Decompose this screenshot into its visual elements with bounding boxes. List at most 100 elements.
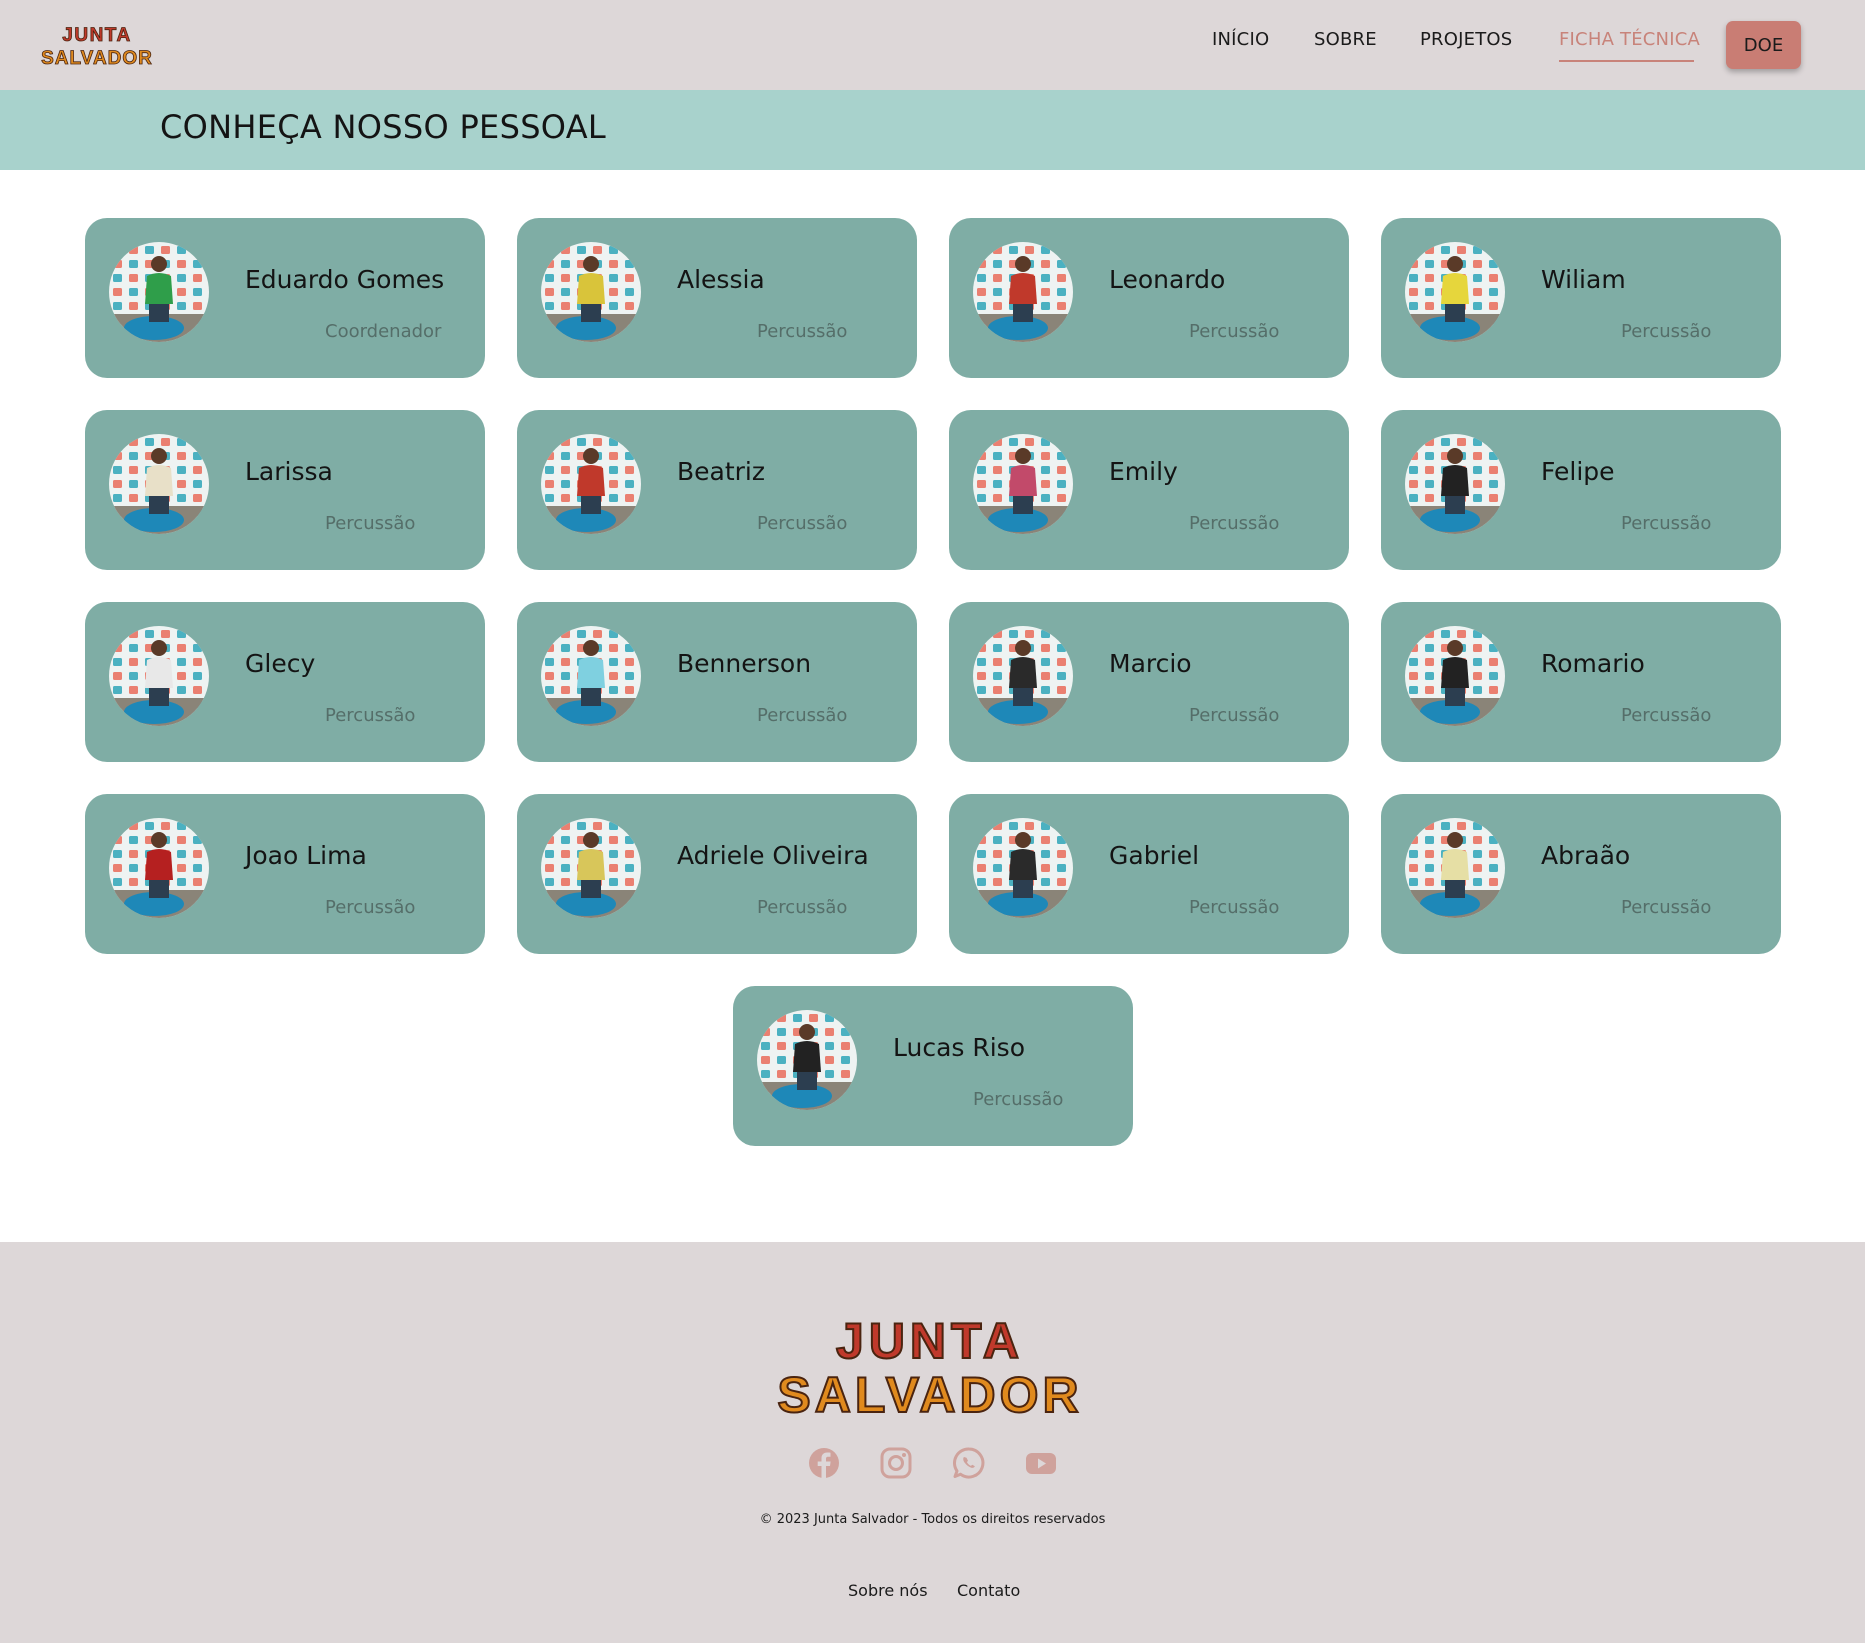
nav-link-inicio[interactable]: INÍCIO xyxy=(1212,29,1269,50)
member-name: Lucas Riso xyxy=(893,1033,1026,1062)
member-card[interactable]: Felipe Percussão xyxy=(1381,410,1781,570)
member-card[interactable]: Adriele Oliveira Percussão xyxy=(517,794,917,954)
member-photo-image xyxy=(1405,626,1505,726)
junta-salvador-logo-image: JUNTA SALVADOR xyxy=(41,25,153,70)
member-photo-image xyxy=(1405,434,1505,534)
member-card[interactable]: Emily Percussão xyxy=(949,410,1349,570)
member-card[interactable]: Glecy Percussão xyxy=(85,602,485,762)
member-card[interactable]: Gabriel Percussão xyxy=(949,794,1349,954)
member-role: Percussão xyxy=(757,513,848,534)
member-card[interactable]: Lucas Riso Percussão xyxy=(733,986,1133,1146)
donate-button[interactable]: DOE xyxy=(1726,21,1801,69)
svg-text:SALVADOR: SALVADOR xyxy=(41,48,153,69)
member-photo-image xyxy=(541,626,641,726)
member-card[interactable]: Larissa Percussão xyxy=(85,410,485,570)
member-role: Percussão xyxy=(1189,705,1280,726)
facebook-icon[interactable] xyxy=(807,1446,841,1480)
member-photo-image xyxy=(109,626,209,726)
member-role: Percussão xyxy=(325,513,416,534)
member-card[interactable]: Abraão Percussão xyxy=(1381,794,1781,954)
member-photo xyxy=(541,818,641,918)
member-photo xyxy=(973,434,1073,534)
member-name: Larissa xyxy=(245,457,333,486)
member-name: Leonardo xyxy=(1109,265,1226,294)
member-name: Adriele Oliveira xyxy=(677,841,869,870)
top-navbar: JUNTA SALVADOR INÍCIO SOBRE PROJETOS FIC… xyxy=(0,0,1865,90)
member-photo xyxy=(541,242,641,342)
member-card[interactable]: Wiliam Percussão xyxy=(1381,218,1781,378)
member-photo-image xyxy=(1405,242,1505,342)
brand-logo[interactable]: JUNTA SALVADOR xyxy=(34,22,160,70)
svg-text:JUNTA: JUNTA xyxy=(836,1313,1024,1369)
footer-link-contato[interactable]: Contato xyxy=(957,1581,1020,1600)
member-role: Percussão xyxy=(1189,321,1280,342)
member-name: Romario xyxy=(1541,649,1645,678)
member-card[interactable]: Eduardo Gomes Coordenador xyxy=(85,218,485,378)
whatsapp-icon[interactable] xyxy=(952,1446,986,1480)
member-name: Abraão xyxy=(1541,841,1631,870)
footer-logo: JUNTA SALVADOR xyxy=(763,1308,1097,1418)
member-name: Felipe xyxy=(1541,457,1615,486)
member-photo-image xyxy=(973,626,1073,726)
site-footer: JUNTA SALVADOR © 2023 Junta Salvador - T… xyxy=(0,1242,1865,1643)
member-photo-image xyxy=(1405,818,1505,918)
active-nav-underline xyxy=(1559,60,1694,62)
footer-link-sobre-nos[interactable]: Sobre nós xyxy=(848,1581,928,1600)
member-photo-image xyxy=(541,818,641,918)
nav-link-sobre[interactable]: SOBRE xyxy=(1314,29,1377,50)
member-card[interactable]: Beatriz Percussão xyxy=(517,410,917,570)
member-photo xyxy=(109,818,209,918)
youtube-icon[interactable] xyxy=(1024,1446,1058,1480)
member-role: Percussão xyxy=(1621,513,1712,534)
member-card[interactable]: Romario Percussão xyxy=(1381,602,1781,762)
member-name: Wiliam xyxy=(1541,265,1626,294)
member-role: Percussão xyxy=(757,705,848,726)
member-photo xyxy=(109,242,209,342)
member-photo-image xyxy=(973,434,1073,534)
member-role: Percussão xyxy=(1189,897,1280,918)
member-photo-image xyxy=(541,434,641,534)
page-title: CONHEÇA NOSSO PESSOAL xyxy=(160,108,607,146)
member-photo xyxy=(1405,242,1505,342)
member-role: Percussão xyxy=(973,1089,1064,1110)
member-name: Joao Lima xyxy=(245,841,367,870)
member-photo xyxy=(757,1010,857,1110)
member-photo xyxy=(109,626,209,726)
junta-salvador-footer-logo-image: JUNTA SALVADOR xyxy=(776,1312,1082,1418)
member-photo xyxy=(1405,434,1505,534)
svg-text:SALVADOR: SALVADOR xyxy=(777,1367,1082,1418)
member-role: Percussão xyxy=(1621,321,1712,342)
member-name: Beatriz xyxy=(677,457,766,486)
member-card[interactable]: Bennerson Percussão xyxy=(517,602,917,762)
nav-link-ficha-tecnica[interactable]: FICHA TÉCNICA xyxy=(1559,29,1700,50)
member-name: Gabriel xyxy=(1109,841,1200,870)
member-card[interactable]: Marcio Percussão xyxy=(949,602,1349,762)
page-title-band: CONHEÇA NOSSO PESSOAL xyxy=(0,90,1865,170)
member-photo-image xyxy=(541,242,641,342)
member-card[interactable]: Joao Lima Percussão xyxy=(85,794,485,954)
member-name: Alessia xyxy=(677,265,765,294)
member-photo-image xyxy=(973,242,1073,342)
member-photo xyxy=(1405,818,1505,918)
member-role: Coordenador xyxy=(325,321,442,342)
member-photo xyxy=(541,434,641,534)
member-photo xyxy=(1405,626,1505,726)
nav-link-projetos[interactable]: PROJETOS xyxy=(1420,29,1512,50)
member-name: Eduardo Gomes xyxy=(245,265,445,294)
member-role: Percussão xyxy=(757,321,848,342)
member-role: Percussão xyxy=(1189,513,1280,534)
member-photo xyxy=(973,626,1073,726)
member-photo-image xyxy=(757,1010,857,1110)
member-photo-image xyxy=(109,242,209,342)
member-photo-image xyxy=(109,434,209,534)
instagram-icon[interactable] xyxy=(879,1446,913,1480)
member-name: Glecy xyxy=(245,649,316,678)
member-photo xyxy=(973,242,1073,342)
member-photo xyxy=(109,434,209,534)
member-role: Percussão xyxy=(757,897,848,918)
member-name: Bennerson xyxy=(677,649,812,678)
member-card[interactable]: Leonardo Percussão xyxy=(949,218,1349,378)
member-photo-image xyxy=(109,818,209,918)
member-card[interactable]: Alessia Percussão xyxy=(517,218,917,378)
member-role: Percussão xyxy=(325,897,416,918)
